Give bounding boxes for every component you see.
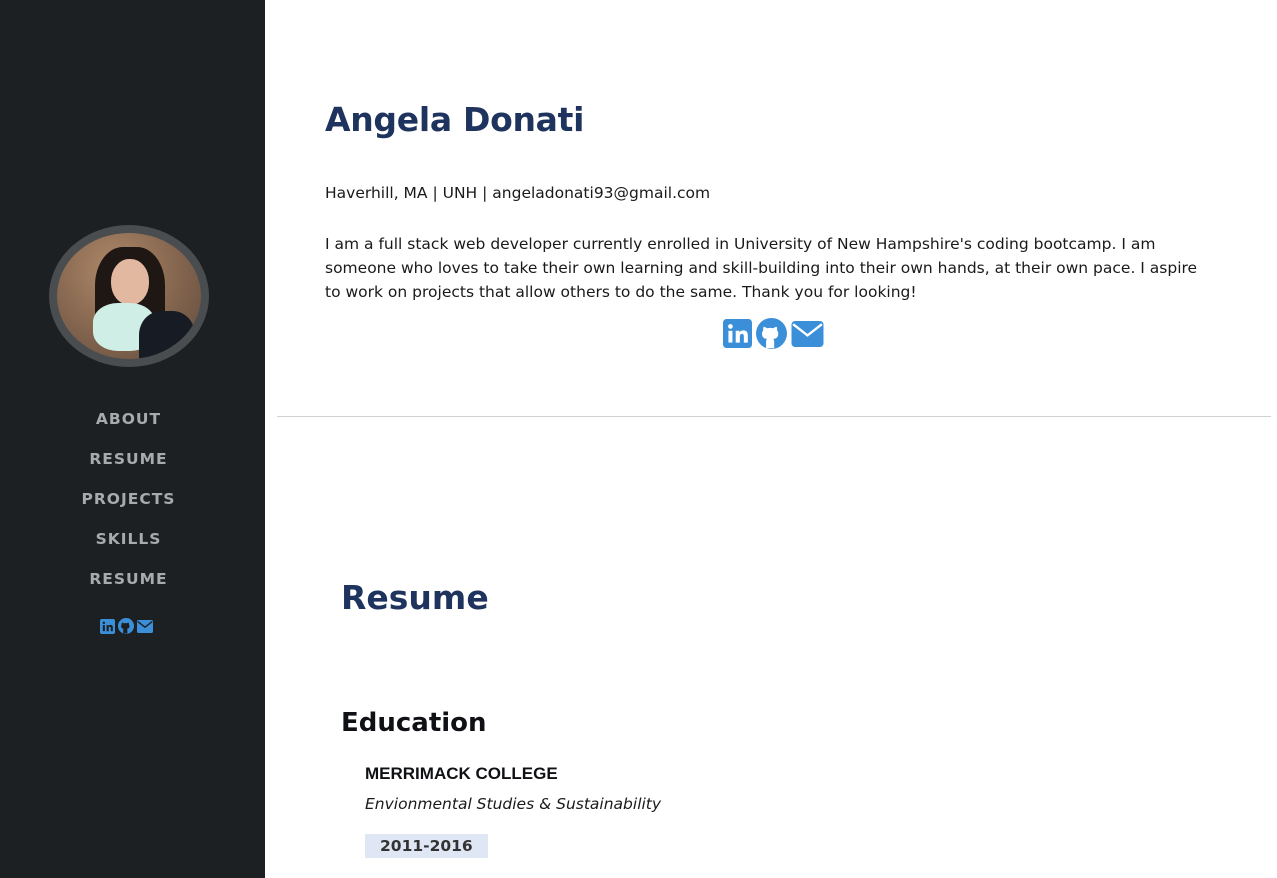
github-icon[interactable] <box>118 618 134 634</box>
github-icon[interactable] <box>756 318 787 349</box>
education-heading: Education <box>341 708 487 738</box>
main-content: Angela Donati Haverhill, MA | UNH | ange… <box>265 0 1277 878</box>
years-badge: 2011-2016 <box>365 834 488 858</box>
nav-skills[interactable]: SKILLS <box>0 525 257 565</box>
nav-about[interactable]: ABOUT <box>0 405 257 445</box>
section-divider <box>277 416 1271 417</box>
contact-line: Haverhill, MA | UNH | angeladonati93@gma… <box>325 184 711 202</box>
nav-resume-2[interactable]: RESUME <box>0 565 257 605</box>
profile-photo <box>57 233 201 359</box>
nav-projects[interactable]: PROJECTS <box>0 485 257 525</box>
linkedin-icon[interactable] <box>723 319 752 348</box>
profile-name: Angela Donati <box>325 100 585 139</box>
profile-photo-frame <box>49 225 209 367</box>
degree-field: Envionmental Studies & Sustainability <box>365 795 662 813</box>
nav-resume[interactable]: RESUME <box>0 445 257 485</box>
envelope-icon[interactable] <box>137 619 153 633</box>
about-social-links <box>723 318 824 349</box>
school-name: MERRIMACK COLLEGE <box>365 764 558 783</box>
sidebar: ABOUT RESUME PROJECTS SKILLS RESUME <box>0 0 265 878</box>
resume-section-title: Resume <box>341 578 489 617</box>
envelope-icon[interactable] <box>791 320 824 347</box>
sidebar-social-links <box>100 618 153 634</box>
sidebar-nav: ABOUT RESUME PROJECTS SKILLS RESUME <box>0 405 257 605</box>
bio-paragraph: I am a full stack web developer currentl… <box>325 235 1198 301</box>
linkedin-icon[interactable] <box>100 618 115 634</box>
